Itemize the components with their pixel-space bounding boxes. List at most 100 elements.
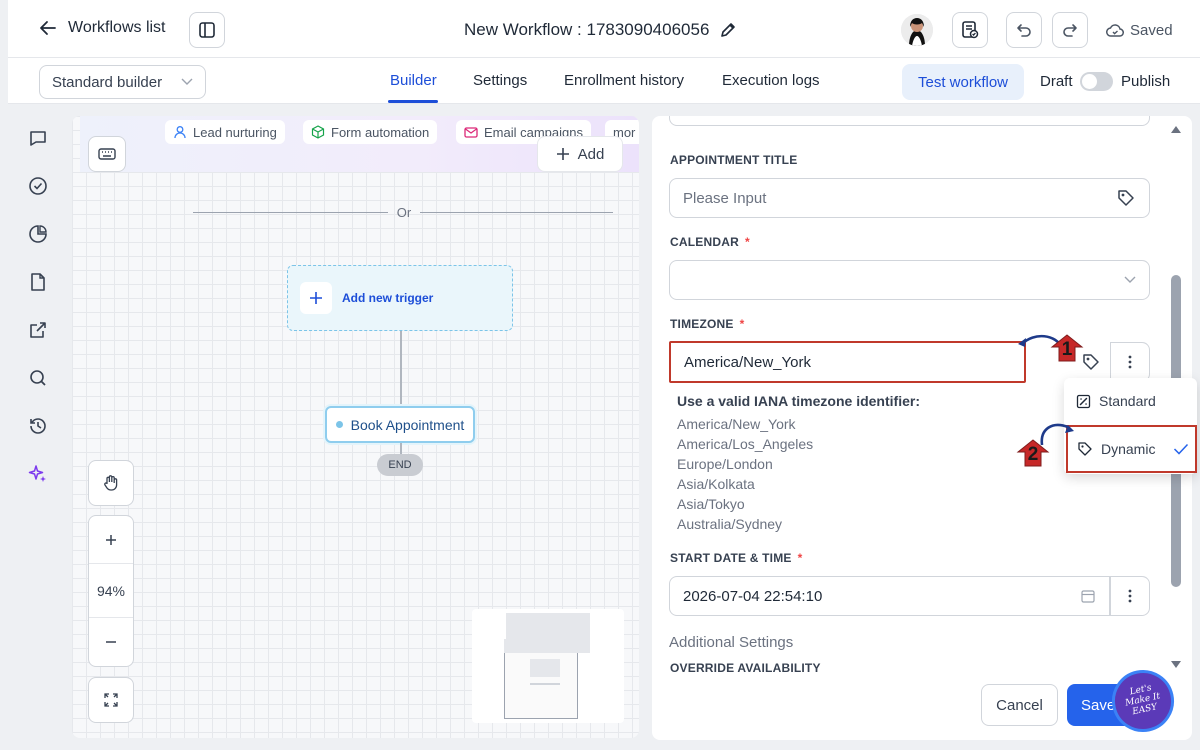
avatar[interactable] (901, 14, 933, 46)
builder-select[interactable]: Standard builder (39, 65, 206, 99)
top-bar: Workflows list New Workflow : 1783090406… (8, 0, 1200, 58)
tab-execution-logs[interactable]: Execution logs (722, 72, 820, 89)
more-vertical-icon (1128, 589, 1132, 603)
mail-icon (464, 125, 478, 139)
test-workflow-button[interactable]: Test workflow (902, 64, 1024, 100)
start-date-more-button[interactable] (1110, 576, 1150, 616)
external-link-icon[interactable] (28, 320, 50, 342)
workflow-canvas[interactable]: Lead nurturing Form automation Email cam… (72, 116, 639, 738)
menu-item-standard[interactable]: Standard (1076, 393, 1156, 409)
pan-hand-button[interactable] (88, 460, 134, 506)
back-label: Workflows list (68, 19, 166, 36)
menu-item-label: Dynamic (1101, 441, 1156, 457)
tag-icon (1077, 441, 1093, 457)
timezone-more-button[interactable] (1110, 342, 1150, 382)
tag-icon (1081, 352, 1101, 372)
start-date-label-row: START DATE & TIME * (670, 551, 803, 565)
chip-lead-nurturing[interactable]: Lead nurturing (165, 120, 285, 144)
add-trigger-label: Add new trigger (342, 291, 434, 305)
add-template-button[interactable]: Add (537, 136, 623, 172)
timezone-input[interactable]: America/New_York (669, 341, 1026, 383)
back-to-workflows-link[interactable]: Workflows list (38, 18, 166, 38)
tab-builder[interactable]: Builder (390, 72, 437, 89)
file-icon[interactable] (28, 272, 50, 294)
history-icon[interactable] (28, 416, 50, 438)
tab-settings[interactable]: Settings (473, 72, 527, 89)
sub-bar: Standard builder Builder Settings Enroll… (8, 58, 1200, 104)
redo-button[interactable] (1052, 12, 1088, 48)
additional-settings-label: Additional Settings (669, 634, 794, 651)
zoom-out-button[interactable] (89, 618, 133, 666)
add-label: Add (577, 145, 605, 163)
timezone-example: Europe/London (677, 456, 773, 472)
cube-icon (311, 125, 325, 139)
divider-left (193, 212, 388, 213)
zoom-in-button[interactable] (89, 516, 133, 564)
tag-icon[interactable] (1116, 188, 1136, 208)
undo-icon (1015, 21, 1033, 39)
chip-label: Lead nurturing (193, 124, 277, 140)
minus-icon (104, 635, 118, 649)
timezone-example: Asia/Tokyo (677, 496, 745, 512)
annotation-arrow-2 (1036, 415, 1076, 447)
start-date-label: START DATE & TIME (670, 551, 792, 565)
redo-icon (1061, 21, 1079, 39)
keyboard-icon (98, 147, 116, 161)
sparkle-icon[interactable] (28, 464, 50, 486)
appointment-title-placeholder: Please Input (683, 189, 767, 207)
annotation-badge-1: 1 (1050, 333, 1084, 363)
chat-icon[interactable] (28, 128, 50, 150)
menu-item-dynamic[interactable]: Dynamic (1066, 425, 1197, 473)
text-field-icon (1076, 394, 1091, 409)
workflow-report-button[interactable] (952, 12, 988, 48)
minimap[interactable] (472, 609, 624, 723)
add-trigger-node[interactable]: Add new trigger (287, 265, 513, 331)
user-icon (173, 125, 187, 139)
chevron-down-icon (1124, 276, 1136, 284)
override-availability-label: OVERRIDE AVAILABILITY (670, 661, 821, 675)
plus-icon (309, 291, 323, 305)
check-circle-icon[interactable] (28, 176, 50, 198)
required-mark: * (744, 235, 750, 249)
chip-form-automation[interactable]: Form automation (303, 120, 438, 144)
publish-toggle[interactable] (1080, 72, 1113, 91)
draft-label: Draft (1040, 73, 1073, 90)
search-icon[interactable] (28, 368, 50, 390)
arrow-left-icon (38, 18, 58, 38)
toggle-sidebar-button[interactable] (189, 12, 225, 48)
calendar-select[interactable] (669, 260, 1150, 300)
more-vertical-icon (1128, 355, 1132, 369)
timezone-value: America/New_York (684, 353, 811, 371)
action-node-label: Book Appointment (350, 416, 465, 433)
watermark-text: Let's Make It EASY (1124, 683, 1162, 718)
edit-pencil-icon[interactable] (719, 21, 737, 39)
builder-select-value: Standard builder (52, 73, 163, 91)
appointment-title-input[interactable]: Please Input (669, 178, 1150, 218)
cancel-button[interactable]: Cancel (981, 684, 1058, 726)
required-mark: * (797, 551, 803, 565)
left-rail (8, 104, 70, 750)
appointment-title-label: APPOINTMENT TITLE (670, 153, 798, 167)
fit-view-button[interactable] (88, 677, 134, 723)
saved-label: Saved (1130, 22, 1173, 39)
timezone-example: Australia/Sydney (677, 516, 783, 532)
start-date-input[interactable]: 2026-07-04 22:54:10 (669, 576, 1110, 616)
book-appointment-node[interactable]: Book Appointment (325, 406, 475, 443)
calendar-icon[interactable] (1080, 588, 1096, 604)
annotation-number: 1 (1061, 339, 1073, 360)
keyboard-shortcuts-button[interactable] (88, 136, 126, 172)
undo-button[interactable] (1006, 12, 1042, 48)
tab-enrollment-history[interactable]: Enrollment history (564, 72, 684, 89)
pie-chart-icon[interactable] (28, 224, 50, 246)
timezone-label: TIMEZONE (670, 317, 734, 331)
or-label: Or (396, 205, 412, 220)
timezone-label-row: TIMEZONE * (670, 317, 744, 331)
calendar-label-row: CALENDAR * (670, 235, 750, 249)
timezone-example: America/Los_Angeles (677, 436, 814, 452)
calendar-label: CALENDAR (670, 235, 739, 249)
start-date-value: 2026-07-04 22:54:10 (683, 587, 823, 605)
timezone-hint-title: Use a valid IANA timezone identifier: (677, 393, 920, 409)
publish-label: Publish (1121, 73, 1171, 90)
expand-icon (103, 692, 119, 708)
chip-label: Form automation (331, 124, 430, 140)
